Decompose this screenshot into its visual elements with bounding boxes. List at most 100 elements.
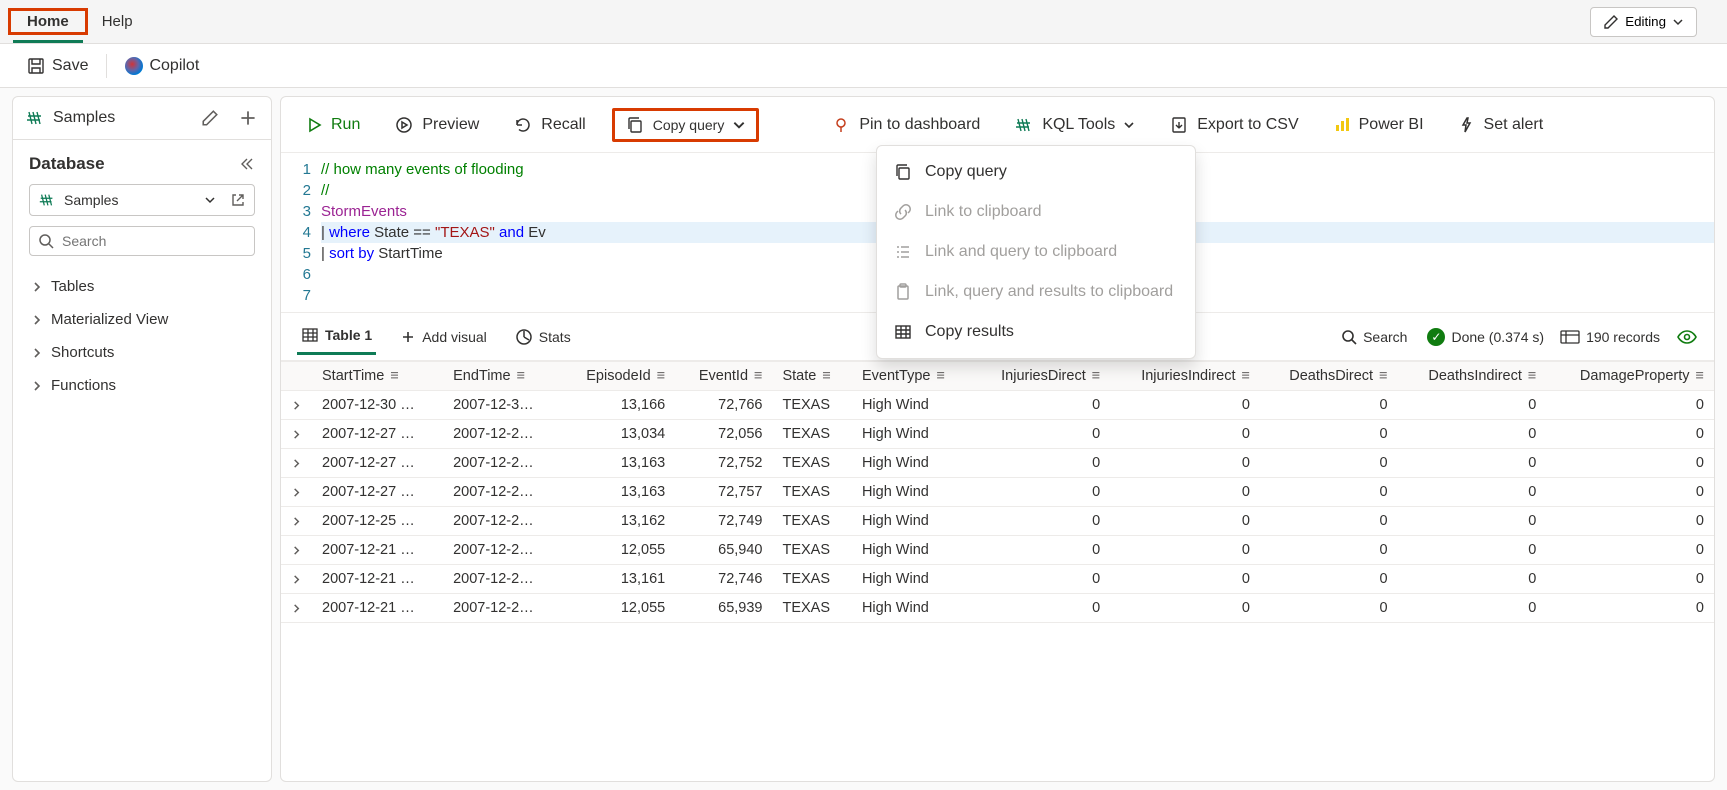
- table-icon: [893, 322, 913, 342]
- column-header[interactable]: InjuriesIndirect≡: [1110, 362, 1260, 391]
- column-header[interactable]: DeathsIndirect≡: [1398, 362, 1547, 391]
- plus-icon: [400, 329, 416, 345]
- column-header[interactable]: EpisodeId≡: [560, 362, 675, 391]
- pencil-icon: [1603, 14, 1619, 30]
- pencil-icon[interactable]: [201, 109, 219, 127]
- column-header[interactable]: DamageProperty≡: [1546, 362, 1714, 391]
- records-icon: [1560, 330, 1580, 344]
- table-icon: [301, 326, 319, 344]
- database-select[interactable]: Samples: [29, 184, 255, 216]
- pin-icon: [831, 115, 851, 135]
- sidebar-header: Samples: [13, 97, 271, 140]
- copy-icon: [625, 115, 645, 135]
- query-status: ✓ Done (0.374 s): [1427, 328, 1544, 346]
- table-row[interactable]: 2007-12-27 …2007-12-2…13,03472,056TEXASH…: [281, 420, 1714, 449]
- column-header[interactable]: StartTime≡: [312, 362, 443, 391]
- stats-button[interactable]: Stats: [511, 320, 575, 354]
- table-row[interactable]: 2007-12-21 …2007-12-2…12,05565,939TEXASH…: [281, 594, 1714, 623]
- preview-icon: [394, 115, 414, 135]
- set-alert-button[interactable]: Set alert: [1450, 110, 1552, 140]
- record-count: 190 records: [1560, 329, 1660, 345]
- editor-gutter: 1234567: [281, 153, 321, 312]
- export-csv-button[interactable]: Export to CSV: [1161, 109, 1306, 141]
- sidebar-search[interactable]: [29, 226, 255, 256]
- sidebar-tree: Tables Materialized View Shortcuts Funct…: [13, 264, 271, 408]
- table-row[interactable]: 2007-12-27 …2007-12-2…13,16372,757TEXASH…: [281, 478, 1714, 507]
- kql-icon: [25, 108, 45, 128]
- save-icon: [26, 56, 46, 76]
- table-row[interactable]: 2007-12-21 …2007-12-2…12,05565,940TEXASH…: [281, 536, 1714, 565]
- table-row[interactable]: 2007-12-30 …2007-12-3…13,16672,766TEXASH…: [281, 391, 1714, 420]
- home-tab-highlight: Home: [8, 8, 88, 35]
- chevron-right-icon: [31, 314, 43, 326]
- query-toolbar: Run Preview Recall Copy query Pin to das…: [281, 97, 1714, 153]
- table-header-row: StartTime≡EndTime≡EpisodeId≡EventId≡Stat…: [281, 362, 1714, 391]
- kql-icon: [38, 191, 56, 209]
- table-row[interactable]: 2007-12-25 …2007-12-2…13,16272,749TEXASH…: [281, 507, 1714, 536]
- column-header[interactable]: EventId≡: [675, 362, 772, 391]
- copilot-icon: [125, 57, 143, 75]
- copilot-button[interactable]: Copilot: [115, 51, 209, 81]
- table-row[interactable]: 2007-12-21 …2007-12-2…13,16172,746TEXASH…: [281, 565, 1714, 594]
- column-header[interactable]: InjuriesDirect≡: [972, 362, 1110, 391]
- chevron-down-icon: [1672, 16, 1684, 28]
- copilot-label: Copilot: [149, 57, 199, 75]
- dd-link-query-results: Link, query and results to clipboard: [877, 272, 1195, 312]
- action-bar: Save Copilot: [0, 44, 1727, 88]
- export-icon: [1169, 115, 1189, 135]
- add-visual-button[interactable]: Add visual: [396, 321, 491, 353]
- check-icon: ✓: [1427, 328, 1445, 346]
- collapse-icon[interactable]: [237, 155, 255, 173]
- column-header[interactable]: DeathsDirect≡: [1260, 362, 1398, 391]
- results-table: StartTime≡EndTime≡EpisodeId≡EventId≡Stat…: [281, 361, 1714, 623]
- save-button[interactable]: Save: [16, 50, 98, 82]
- stats-icon: [515, 328, 533, 346]
- chevron-down-icon: [1123, 119, 1135, 131]
- powerbi-button[interactable]: Power BI: [1325, 110, 1432, 140]
- results-search-button[interactable]: Search: [1337, 321, 1411, 353]
- play-icon: [305, 116, 323, 134]
- tools-icon: [1014, 115, 1034, 135]
- tab-home[interactable]: Home: [13, 3, 83, 43]
- eye-icon[interactable]: [1676, 326, 1698, 348]
- database-heading: Database: [29, 154, 255, 174]
- plus-icon[interactable]: [237, 107, 259, 129]
- separator: [106, 54, 107, 78]
- results-tab-table1[interactable]: Table 1: [297, 318, 376, 355]
- chevron-down-icon: [732, 118, 746, 132]
- recall-icon: [513, 115, 533, 135]
- results-table-wrap[interactable]: StartTime≡EndTime≡EpisodeId≡EventId≡Stat…: [281, 361, 1714, 781]
- powerbi-icon: [1333, 116, 1351, 134]
- chevron-right-icon: [31, 347, 43, 359]
- editing-mode-button[interactable]: Editing: [1590, 7, 1697, 37]
- content-panel: Run Preview Recall Copy query Pin to das…: [280, 96, 1715, 782]
- run-button[interactable]: Run: [297, 110, 368, 140]
- kql-tools-button[interactable]: KQL Tools: [1006, 109, 1143, 141]
- tree-item-shortcuts[interactable]: Shortcuts: [13, 336, 271, 369]
- search-icon: [38, 233, 54, 249]
- search-icon: [1341, 329, 1357, 345]
- dd-copy-results[interactable]: Copy results: [877, 312, 1195, 352]
- column-header[interactable]: State≡: [772, 362, 851, 391]
- chevron-down-icon: [204, 194, 216, 206]
- open-external-icon[interactable]: [230, 192, 246, 208]
- tree-item-tables[interactable]: Tables: [13, 270, 271, 303]
- recall-button[interactable]: Recall: [505, 109, 593, 141]
- tree-item-materialized-view[interactable]: Materialized View: [13, 303, 271, 336]
- tree-item-functions[interactable]: Functions: [13, 369, 271, 402]
- preview-button[interactable]: Preview: [386, 109, 487, 141]
- sidebar-search-input[interactable]: [62, 233, 246, 249]
- copy-query-button[interactable]: Copy query: [612, 108, 760, 142]
- tab-help[interactable]: Help: [88, 3, 147, 40]
- column-header[interactable]: EventType≡: [852, 362, 972, 391]
- dd-copy-query[interactable]: Copy query: [877, 152, 1195, 192]
- dd-link-clipboard: Link to clipboard: [877, 192, 1195, 232]
- sidebar-title: Samples: [53, 109, 193, 127]
- column-header[interactable]: EndTime≡: [443, 362, 560, 391]
- pin-to-dashboard-button[interactable]: Pin to dashboard: [823, 109, 988, 141]
- copy-query-dropdown: Copy query Link to clipboard Link and qu…: [876, 145, 1196, 359]
- sidebar: Samples Database Samples Tables Material…: [12, 96, 272, 782]
- alert-icon: [1458, 116, 1476, 134]
- table-row[interactable]: 2007-12-27 …2007-12-2…13,16372,752TEXASH…: [281, 449, 1714, 478]
- save-label: Save: [52, 57, 88, 75]
